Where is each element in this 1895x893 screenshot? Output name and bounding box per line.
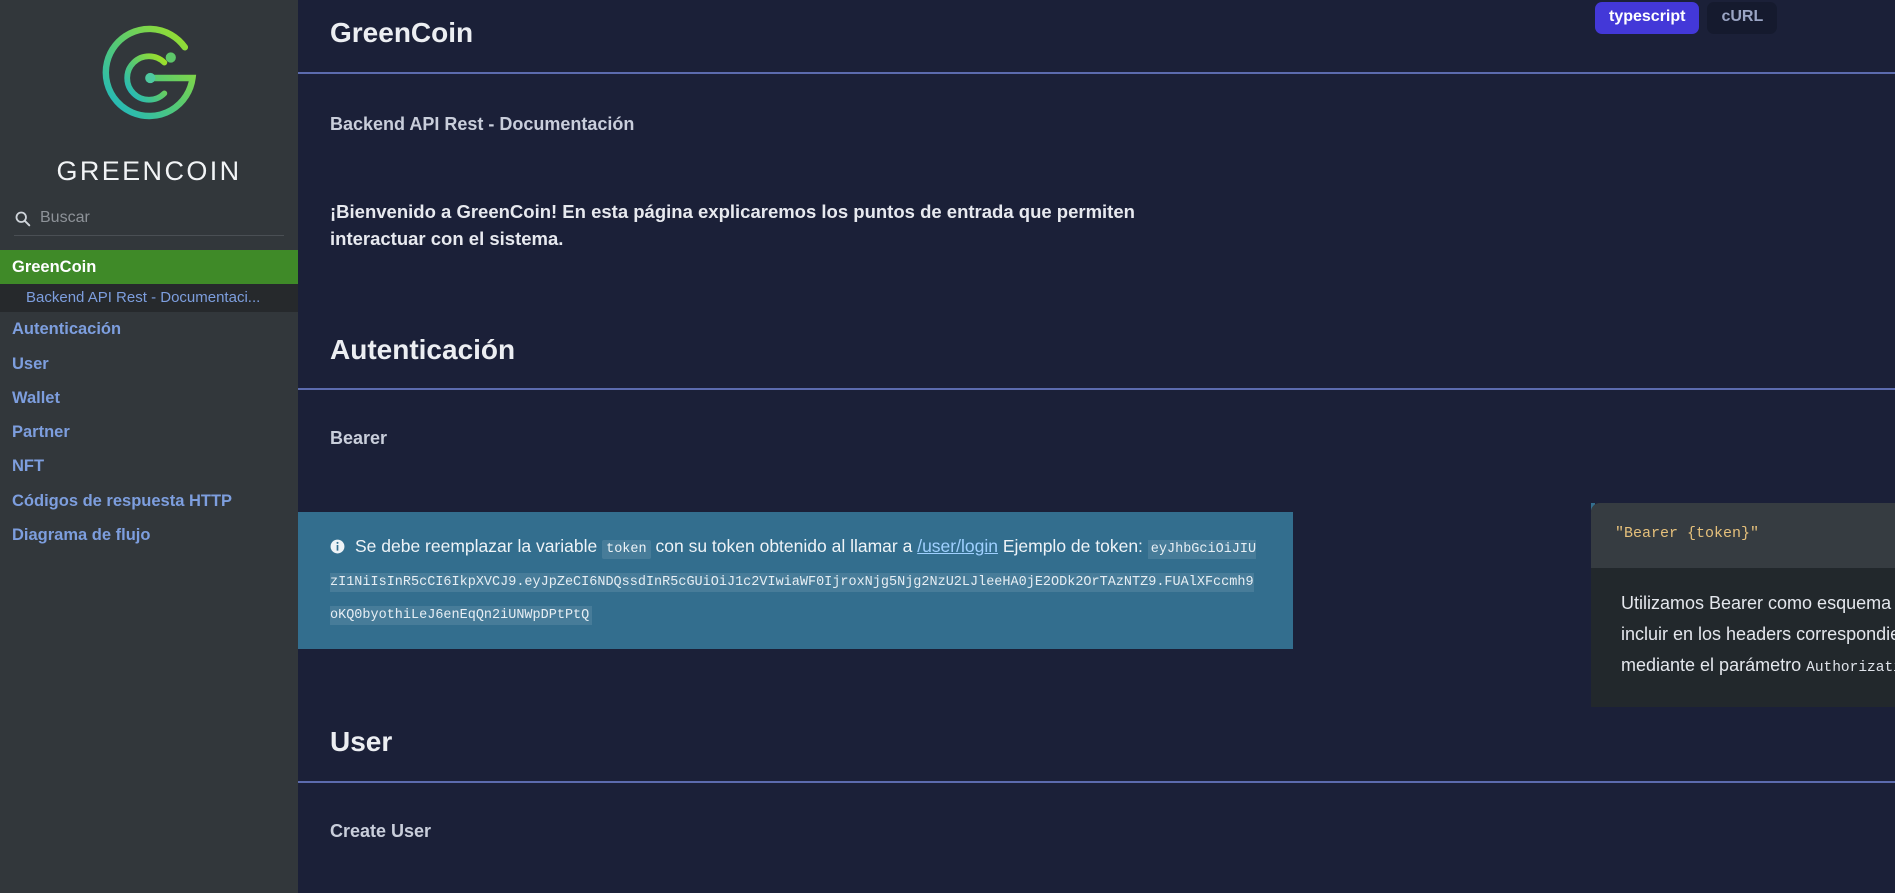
sidebar-item-wallet[interactable]: Wallet — [0, 381, 298, 415]
search-box[interactable] — [14, 209, 284, 236]
tab-curl[interactable]: cURL — [1707, 2, 1778, 34]
sidebar-item-diagrama-de-flujo[interactable]: Diagrama de flujo — [0, 518, 298, 552]
callout-text-1: Se debe reemplazar la variable — [355, 536, 598, 556]
create-user-heading: Create User — [330, 820, 432, 841]
code-snippet-line: "Bearer {token}" — [1615, 525, 1760, 542]
sidebar-item-autenticacion[interactable]: Autenticación — [0, 312, 298, 346]
code-sample-card: "Bearer {token}" Utilizamos Bearer como … — [1591, 503, 1895, 707]
tab-typescript[interactable]: typescript — [1595, 2, 1700, 34]
sidebar: GREENCOIN GreenCoin Backend API Rest - D… — [0, 0, 298, 893]
authorization-param: Authorization — [1806, 659, 1895, 676]
info-icon — [330, 539, 345, 554]
bearer-heading: Bearer — [330, 428, 388, 449]
sidebar-item-nft[interactable]: NFT — [0, 449, 298, 483]
sidebar-nav: GreenCoin Backend API Rest - Documentaci… — [0, 250, 298, 552]
app-root: GREENCOIN GreenCoin Backend API Rest - D… — [0, 0, 1895, 893]
search-input[interactable] — [40, 209, 284, 227]
sidebar-item-user[interactable]: User — [0, 347, 298, 381]
callout-text-3: Ejemplo de token: — [1002, 536, 1143, 556]
greencoin-g-logo — [102, 25, 197, 125]
intro-paragraph: ¡Bienvenido a GreenCoin! En esta página … — [330, 201, 1135, 249]
callout-text-2: con su token obtenido al llamar a — [655, 536, 913, 556]
sidebar-item-codigos-respuesta-http[interactable]: Códigos de respuesta HTTP — [0, 484, 298, 518]
brand-name: GREENCOIN — [56, 156, 242, 186]
code-description: Utilizamos Bearer como esquema de autent… — [1591, 568, 1895, 707]
section-heading-autenticacion: Autenticación — [330, 333, 516, 365]
sidebar-item-backend-api-rest[interactable]: Backend API Rest - Documentaci... — [0, 284, 298, 313]
callout-code-chip: token — [602, 540, 651, 559]
code-block: "Bearer {token}" — [1591, 503, 1895, 568]
brand-block: GREENCOIN — [0, 0, 298, 187]
section-heading-user: User — [330, 725, 393, 757]
search-icon — [15, 211, 31, 226]
sidebar-item-greencoin[interactable]: GreenCoin — [0, 250, 298, 285]
main-content: GreenCoin Backend API Rest - Documentaci… — [298, 0, 1895, 893]
subtitle-heading: Backend API Rest - Documentación — [330, 113, 635, 134]
doc-body: GreenCoin Backend API Rest - Documentaci… — [298, 0, 1895, 842]
sidebar-item-partner[interactable]: Partner — [0, 415, 298, 449]
info-callout: Se debe reemplazar la variable token con… — [298, 512, 1293, 649]
language-tabs: typescript cURL — [1595, 2, 1778, 34]
user-login-link[interactable]: /user/login — [917, 536, 998, 556]
